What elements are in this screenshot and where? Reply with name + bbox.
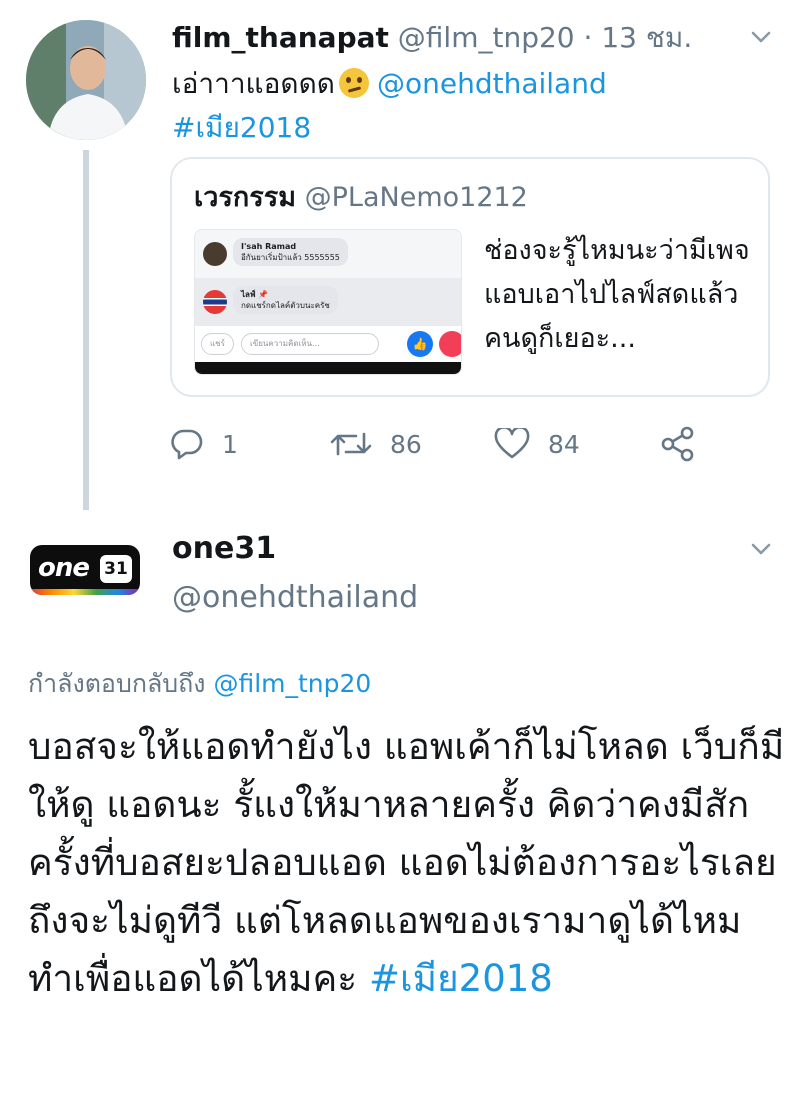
quote-header: เวรกรรม @PLaNemo1212 [194, 175, 528, 218]
tweet1-line1: เอ่าาาแอดดด @onehdthailand [172, 62, 607, 106]
like-button[interactable]: 84 [494, 424, 580, 464]
thumb-flag-avatar [203, 290, 227, 314]
tweet1-actions: 1 86 84 [170, 424, 730, 464]
avatar-one31-logo[interactable]: one 31 [30, 545, 140, 595]
chevron-down-icon[interactable] [750, 26, 772, 48]
retweet-count: 86 [390, 429, 422, 459]
tweet1-header: film_thanapat @film_tnp20 · 13 ชม. [172, 16, 692, 60]
chevron-down-icon[interactable] [750, 538, 772, 560]
quote-text: ช่องจะรู้ไหมนะว่ามีเพจแอบเอาไปไลฟ์สดแล้ว… [484, 235, 750, 354]
tweet2-hashtag[interactable]: #เมีย2018 [369, 957, 553, 1000]
retweet-icon [330, 432, 372, 456]
tweet1-hashtag[interactable]: #เมีย2018 [172, 106, 607, 150]
logo-color-strip [30, 589, 140, 595]
thumb-nav-bar [195, 362, 461, 374]
avatar-film-thanapat[interactable] [26, 20, 146, 140]
tweet2-handle[interactable]: @onehdthailand [172, 580, 418, 615]
replying-to-label: กำลังตอบกลับถึง [28, 669, 206, 698]
thumb-avatar [203, 242, 227, 266]
rolling-eyes-emoji-icon [338, 68, 369, 98]
quote-display-name: เวรกรรม [194, 182, 297, 213]
tweet1-display-name[interactable]: film_thanapat [172, 21, 389, 54]
thumb-comment-row: ไลฟ์ 📌 กดแชร์กดไลค์ตัวบนะครัช [195, 278, 461, 326]
quote-media-thumbnail[interactable]: I'sah Ramad อีกันยาเริ่มป้าแล้ว 5555555 … [194, 229, 462, 375]
thumb-share-pill: แชร์ [201, 333, 234, 355]
thumbs-up-icon: 👍 [407, 331, 433, 357]
tweet1-handle[interactable]: @film_tnp20 [398, 21, 575, 54]
heart-reaction-icon [439, 331, 461, 357]
thumb-comment1: I'sah Ramad อีกันยาเริ่มป้าแล้ว 5555555 [233, 238, 348, 266]
quote-handle: @PLaNemo1212 [304, 182, 528, 213]
replying-to: กำลังตอบกลับถึง @film_tnp20 [28, 664, 371, 704]
retweet-button[interactable]: 86 [330, 424, 422, 464]
tweet1-body: เอ่าาาแอดดด [172, 67, 335, 100]
tweet2-display-name[interactable]: one31 [172, 531, 276, 566]
logo-text: one [38, 553, 90, 583]
like-count: 84 [548, 429, 580, 459]
logo-badge: 31 [100, 555, 132, 583]
thread-line [83, 150, 89, 510]
thumb-comment-input: เขียนความคิดเห็น... [241, 333, 379, 355]
tweet1-text: เอ่าาาแอดดด @onehdthailand #เมีย2018 [172, 62, 607, 150]
tweet1-separator: · [583, 21, 593, 54]
quoted-tweet-card[interactable]: เวรกรรม @PLaNemo1212 I'sah Ramad อีกันยา… [170, 157, 770, 397]
reply-button[interactable]: 1 [170, 424, 238, 464]
tweet1-mention[interactable]: @onehdthailand [377, 67, 607, 100]
share-button[interactable] [660, 424, 714, 464]
replying-to-handle[interactable]: @film_tnp20 [213, 669, 371, 698]
share-icon [661, 426, 694, 462]
thumb-comment-row: I'sah Ramad อีกันยาเริ่มป้าแล้ว 5555555 [195, 230, 461, 278]
heart-icon [494, 428, 530, 459]
tweet2-body: บอสจะให้แอดทำยังไง แอพเค้าก็ไม่โหลด เว็บ… [28, 718, 788, 1008]
reply-count: 1 [222, 429, 238, 459]
tweet1-time[interactable]: 13 ชม. [601, 21, 692, 54]
thumb-comment2: ไลฟ์ 📌 กดแชร์กดไลค์ตัวบนะครัช [233, 286, 338, 314]
thumb-comment-bar: แชร์ เขียนความคิดเห็น... 👍 [195, 326, 461, 362]
reply-icon [171, 429, 203, 460]
